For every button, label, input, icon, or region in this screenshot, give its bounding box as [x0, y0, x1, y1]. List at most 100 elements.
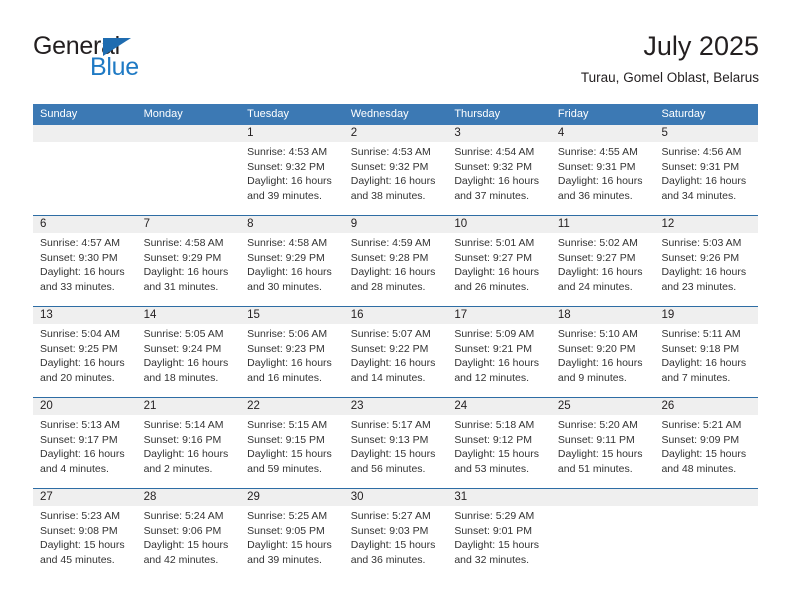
day-info-line: Sunrise: 5:04 AM: [40, 328, 120, 340]
calendar-day-cell[interactable]: 22 Sunrise: 5:15 AM Sunset: 9:15 PM Dayligh…: [240, 398, 344, 488]
day-number: 15: [247, 309, 260, 321]
day-sun-info: Sunrise: 4:59 AM Sunset: 9:28 PM Daylight:…: [351, 236, 441, 294]
calendar-day-cell[interactable]: 12 Sunrise: 5:03 AM Sunset: 9:26 PM Dayligh…: [654, 216, 758, 306]
day-sun-info: Sunrise: 5:06 AM Sunset: 9:23 PM Daylight:…: [247, 327, 337, 385]
day-info-line: and 39 minutes.: [247, 189, 322, 202]
day-info-line: Daylight: 16 hours: [247, 266, 332, 279]
day-info-line: and 31 minutes.: [143, 280, 219, 293]
day-info-line: Sunrise: 4:58 AM: [143, 237, 224, 249]
calendar-day-cell[interactable]: 7 Sunrise: 4:58 AM Sunset: 9:29 PM Daylight…: [137, 216, 241, 306]
day-number: 28: [143, 491, 157, 503]
day-info-line: Sunset: 9:20 PM: [557, 342, 636, 355]
brand-name-blue: Blue: [90, 53, 139, 81]
calendar-day-cell[interactable]: 14 Sunrise: 5:05 AM Sunset: 9:24 PM Dayligh…: [137, 307, 241, 397]
day-number: 19: [661, 309, 675, 321]
day-info-line: Daylight: 15 hours: [143, 539, 229, 552]
day-number: 13: [40, 309, 53, 321]
day-info-line: and 9 minutes.: [557, 371, 627, 384]
day-number: 6: [40, 218, 47, 230]
calendar-day-cell[interactable]: 8 Sunrise: 4:58 AM Sunset: 9:29 PM Daylight…: [240, 216, 344, 306]
day-info-line: Sunset: 9:25 PM: [40, 342, 118, 355]
day-number: 1: [247, 127, 254, 139]
day-sun-info: Sunrise: 5:24 AM Sunset: 9:06 PM Daylight:…: [144, 509, 234, 567]
calendar-day-cell[interactable]: 13 Sunrise: 5:04 AM Sunset: 9:25 PM Dayligh…: [33, 307, 137, 397]
calendar-day-cell[interactable]: 15 Sunrise: 5:06 AM Sunset: 9:23 PM Dayligh…: [240, 307, 344, 397]
day-info-line: and 28 minutes.: [350, 280, 426, 293]
day-number: 26: [661, 400, 675, 412]
day-info-line: Sunrise: 5:03 AM: [661, 237, 742, 249]
brand-logo[interactable]: General Blue: [33, 30, 293, 90]
day-info-line: and 59 minutes.: [247, 462, 322, 475]
calendar-day-cell[interactable]: 17 Sunrise: 5:09 AM Sunset: 9:21 PM Dayligh…: [447, 307, 551, 397]
calendar-day-cell-empty: [137, 125, 241, 215]
day-info-line: Sunset: 9:27 PM: [454, 251, 532, 264]
day-number: 16: [350, 309, 364, 321]
day-info-line: Sunrise: 5:07 AM: [350, 328, 431, 340]
day-sun-info: Sunrise: 5:07 AM Sunset: 9:22 PM Daylight:…: [351, 327, 441, 385]
day-info-line: Sunset: 9:28 PM: [350, 251, 429, 264]
weekday-header-tuesday: Tuesday: [247, 108, 289, 120]
day-info-line: Sunrise: 4:53 AM: [247, 146, 328, 158]
calendar-day-cell[interactable]: 26 Sunrise: 5:21 AM Sunset: 9:09 PM Dayligh…: [654, 398, 758, 488]
calendar-day-cell[interactable]: 24 Sunrise: 5:18 AM Sunset: 9:12 PM Dayligh…: [447, 398, 551, 488]
day-info-line: Sunset: 9:13 PM: [350, 433, 429, 446]
day-info-line: Sunset: 9:11 PM: [557, 433, 635, 446]
day-info-line: and 38 minutes.: [350, 189, 426, 202]
day-number: 2: [350, 127, 358, 139]
day-info-line: Sunrise: 5:21 AM: [661, 419, 742, 431]
calendar-day-cell[interactable]: 23 Sunrise: 5:17 AM Sunset: 9:13 PM Dayligh…: [344, 398, 448, 488]
day-info-line: Daylight: 16 hours: [40, 266, 125, 279]
day-sun-info: Sunrise: 5:18 AM Sunset: 9:12 PM Daylight:…: [454, 418, 544, 476]
day-sun-info: Sunrise: 5:17 AM Sunset: 9:13 PM Daylight:…: [351, 418, 441, 476]
day-info-line: and 36 minutes.: [350, 553, 426, 566]
day-info-line: Sunrise: 5:23 AM: [40, 510, 120, 522]
day-info-line: and 48 minutes.: [661, 462, 737, 475]
day-sun-info: Sunrise: 4:56 AM Sunset: 9:31 PM Daylight:…: [661, 145, 751, 203]
day-info-line: and 53 minutes.: [454, 462, 530, 475]
day-info-line: Daylight: 16 hours: [350, 266, 436, 279]
day-info-line: Sunset: 9:24 PM: [143, 342, 222, 355]
day-info-line: Sunrise: 5:11 AM: [661, 328, 741, 340]
day-info-line: Sunrise: 5:05 AM: [143, 328, 224, 340]
calendar-day-cell[interactable]: 10 Sunrise: 5:01 AM Sunset: 9:27 PM Dayligh…: [447, 216, 551, 306]
day-info-line: Sunrise: 4:57 AM: [40, 237, 120, 249]
calendar-day-cell[interactable]: 11 Sunrise: 5:02 AM Sunset: 9:27 PM Dayligh…: [551, 216, 655, 306]
calendar-day-cell[interactable]: 31 Sunrise: 5:29 AM Sunset: 9:01 PM Dayligh…: [447, 489, 551, 579]
calendar-day-cell[interactable]: 29 Sunrise: 5:25 AM Sunset: 9:05 PM Dayligh…: [240, 489, 344, 579]
calendar-weeks: 1 Sunrise: 4:53 AM Sunset: 9:32 PM Daylight…: [33, 125, 758, 579]
calendar-day-cell[interactable]: 5 Sunrise: 4:56 AM Sunset: 9:31 PM Daylight…: [654, 125, 758, 215]
day-info-line: and 56 minutes.: [350, 462, 426, 475]
day-info-line: Daylight: 15 hours: [350, 448, 436, 461]
day-sun-info: Sunrise: 5:20 AM Sunset: 9:11 PM Daylight:…: [558, 418, 648, 476]
calendar-day-cell[interactable]: 21 Sunrise: 5:14 AM Sunset: 9:16 PM Dayligh…: [137, 398, 241, 488]
calendar-day-cell[interactable]: 19 Sunrise: 5:11 AM Sunset: 9:18 PM Dayligh…: [654, 307, 758, 397]
calendar-day-cell[interactable]: 9 Sunrise: 4:59 AM Sunset: 9:28 PM Daylight…: [344, 216, 448, 306]
day-info-line: Daylight: 16 hours: [557, 175, 643, 188]
calendar-day-cell[interactable]: 30 Sunrise: 5:27 AM Sunset: 9:03 PM Dayligh…: [344, 489, 448, 579]
day-info-line: Sunrise: 5:15 AM: [247, 419, 328, 431]
calendar-day-cell[interactable]: 27 Sunrise: 5:23 AM Sunset: 9:08 PM Dayligh…: [33, 489, 137, 579]
day-number: 17: [454, 309, 468, 321]
day-info-line: Daylight: 16 hours: [454, 266, 539, 279]
calendar-day-cell[interactable]: 1 Sunrise: 4:53 AM Sunset: 9:32 PM Daylight…: [240, 125, 344, 215]
day-number: 29: [247, 491, 260, 503]
calendar-day-cell[interactable]: 28 Sunrise: 5:24 AM Sunset: 9:06 PM Dayligh…: [137, 489, 241, 579]
calendar-day-cell[interactable]: 4 Sunrise: 4:55 AM Sunset: 9:31 PM Daylight…: [551, 125, 655, 215]
day-info-line: Daylight: 16 hours: [143, 266, 229, 279]
day-info-line: Daylight: 15 hours: [661, 448, 747, 461]
calendar-day-cell[interactable]: 25 Sunrise: 5:20 AM Sunset: 9:11 PM Dayligh…: [551, 398, 655, 488]
day-number: 22: [247, 400, 260, 412]
day-sun-info: Sunrise: 5:02 AM Sunset: 9:27 PM Daylight:…: [558, 236, 648, 294]
calendar-day-cell[interactable]: 3 Sunrise: 4:54 AM Sunset: 9:32 PM Daylight…: [447, 125, 551, 215]
calendar-day-cell[interactable]: 18 Sunrise: 5:10 AM Sunset: 9:20 PM Dayligh…: [551, 307, 655, 397]
day-info-line: Daylight: 16 hours: [661, 266, 747, 279]
day-info-line: Sunrise: 5:10 AM: [557, 328, 638, 340]
day-info-line: and 26 minutes.: [454, 280, 530, 293]
calendar-day-cell[interactable]: 20 Sunrise: 5:13 AM Sunset: 9:17 PM Dayligh…: [33, 398, 137, 488]
calendar-day-cell[interactable]: 6 Sunrise: 4:57 AM Sunset: 9:30 PM Daylight…: [33, 216, 137, 306]
calendar-day-cell[interactable]: 2 Sunrise: 4:53 AM Sunset: 9:32 PM Daylight…: [344, 125, 448, 215]
day-info-line: and 37 minutes.: [454, 189, 530, 202]
day-number: 20: [40, 400, 53, 412]
day-info-line: Sunrise: 5:14 AM: [143, 419, 224, 431]
calendar-day-cell[interactable]: 16 Sunrise: 5:07 AM Sunset: 9:22 PM Dayligh…: [344, 307, 448, 397]
